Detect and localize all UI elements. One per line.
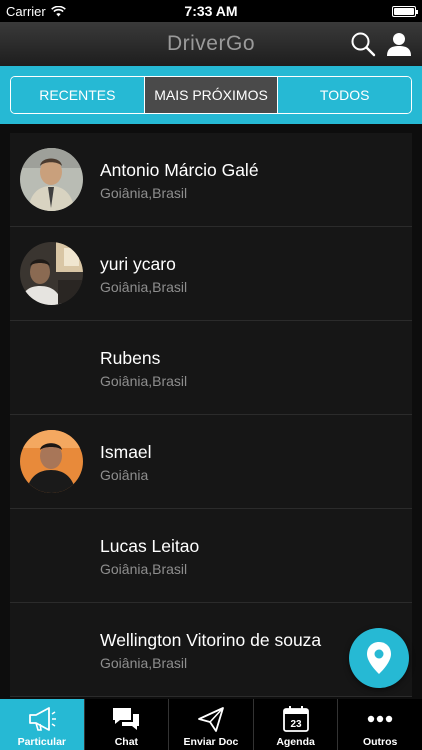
item-text: Lucas Leitao Goiânia,Brasil bbox=[100, 535, 199, 577]
driver-name: Wellington Vitorino de souza bbox=[100, 629, 322, 650]
calendar-icon: 23 bbox=[282, 706, 309, 732]
tab-particular[interactable]: Particular bbox=[0, 699, 85, 750]
item-text: Rubens Goiânia,Brasil bbox=[100, 347, 187, 389]
avatar-photo-4 bbox=[20, 430, 83, 493]
avatar bbox=[20, 430, 83, 493]
list-item[interactable]: yuri ycaro Goiânia,Brasil bbox=[10, 227, 412, 321]
chat-bubbles-icon bbox=[113, 708, 140, 730]
avatar-photo-1 bbox=[20, 148, 83, 211]
list-item[interactable]: Ismael Goiânia bbox=[10, 415, 412, 509]
segment-label: RECENTES bbox=[39, 87, 116, 103]
segment-mais-proximos[interactable]: MAIS PRÓXIMOS bbox=[144, 77, 279, 113]
calendar-day: 23 bbox=[290, 719, 302, 730]
tab-agenda[interactable]: 23 Agenda bbox=[254, 699, 339, 750]
list-item[interactable]: Lucas Leitao Goiânia,Brasil bbox=[10, 509, 412, 603]
status-right bbox=[276, 5, 418, 17]
tab-chat[interactable]: Chat bbox=[85, 699, 170, 750]
driver-location: Goiânia,Brasil bbox=[100, 560, 188, 577]
item-text: Ismael Goiânia bbox=[100, 441, 152, 483]
megaphone-icon bbox=[28, 707, 56, 731]
avatar bbox=[20, 242, 83, 305]
segment-recentes[interactable]: RECENTES bbox=[11, 77, 145, 113]
carrier-label: Carrier bbox=[6, 3, 46, 19]
segment-label: MAIS PRÓXIMOS bbox=[154, 87, 268, 103]
tab-outros[interactable]: Outros bbox=[338, 699, 422, 750]
avatar-photo-2 bbox=[20, 242, 83, 305]
driver-name: Lucas Leitao bbox=[100, 535, 200, 556]
status-time: 7:33 AM bbox=[184, 3, 238, 19]
nav-bar: DriverGo bbox=[0, 22, 422, 66]
driver-list: Antonio Márcio Galé Goiânia,Brasil yuri … bbox=[10, 133, 412, 697]
driver-name: Rubens bbox=[100, 347, 161, 368]
tab-label: Agenda bbox=[276, 736, 315, 748]
map-location-button[interactable] bbox=[349, 628, 409, 688]
driver-name: Ismael bbox=[100, 441, 152, 462]
segment-bar: RECENTES MAIS PRÓXIMOS TODOS bbox=[0, 66, 422, 124]
location-pin-icon bbox=[367, 642, 391, 674]
item-text: Wellington Vitorino de souza Goiânia,Bra… bbox=[100, 629, 321, 671]
avatar-placeholder bbox=[20, 618, 83, 681]
app-title: DriverGo bbox=[166, 32, 255, 55]
driver-name: yuri ycaro bbox=[100, 253, 176, 274]
more-dots-icon bbox=[367, 715, 393, 723]
list-item[interactable]: Rubens Goiânia,Brasil bbox=[10, 321, 412, 415]
segment-label: TODOS bbox=[319, 87, 370, 103]
driver-location: Goiânia,Brasil bbox=[100, 654, 188, 671]
tab-enviar-doc[interactable]: Enviar Doc bbox=[169, 699, 254, 750]
tab-label: Particular bbox=[17, 736, 67, 748]
avatar-placeholder bbox=[20, 336, 83, 399]
search-icon[interactable] bbox=[350, 31, 376, 57]
tab-label: Enviar Doc bbox=[183, 736, 239, 748]
status-bar: Carrier 7:33 AM bbox=[0, 0, 422, 22]
tab-bar: Particular Chat Enviar Doc 23 Agenda Out… bbox=[0, 699, 422, 750]
avatar bbox=[20, 148, 83, 211]
driver-location: Goiânia,Brasil bbox=[100, 184, 188, 201]
item-text: Antonio Márcio Galé Goiânia,Brasil bbox=[100, 159, 259, 201]
user-profile-icon[interactable] bbox=[386, 31, 412, 57]
segment-todos[interactable]: TODOS bbox=[278, 77, 411, 113]
driver-name: Antonio Márcio Galé bbox=[100, 159, 259, 180]
driver-location: Goiânia,Brasil bbox=[100, 372, 188, 389]
paper-plane-icon bbox=[198, 707, 224, 732]
driver-location: Goiânia bbox=[100, 466, 149, 483]
battery-fill bbox=[394, 7, 414, 15]
item-text: yuri ycaro Goiânia,Brasil bbox=[100, 253, 187, 295]
segmented-control: RECENTES MAIS PRÓXIMOS TODOS bbox=[10, 76, 412, 114]
battery-icon bbox=[392, 5, 418, 17]
avatar-placeholder bbox=[20, 524, 83, 587]
driver-location: Goiânia,Brasil bbox=[100, 278, 188, 295]
list-item[interactable]: Antonio Márcio Galé Goiânia,Brasil bbox=[10, 133, 412, 227]
status-left: Carrier bbox=[6, 4, 146, 19]
tab-label: Outros bbox=[362, 736, 398, 748]
tab-label: Chat bbox=[114, 736, 139, 748]
wifi-icon bbox=[50, 5, 66, 16]
